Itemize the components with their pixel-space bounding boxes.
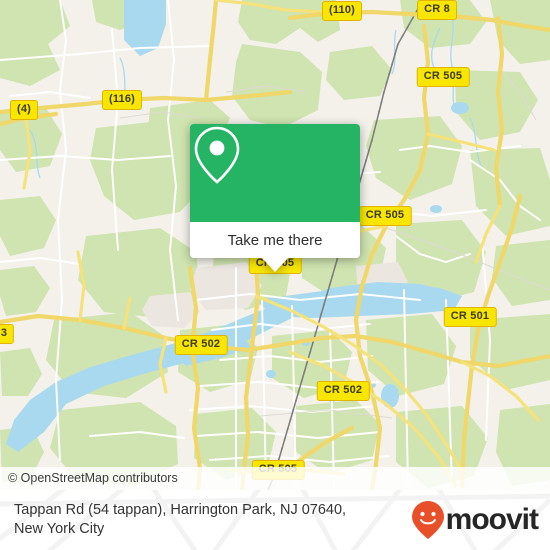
road-shield: (110) <box>321 1 363 21</box>
moovit-wordmark: moovit <box>445 503 539 536</box>
location-popup-card[interactable]: Take me there <box>190 124 360 272</box>
road-shield: CR 8 <box>417 0 457 20</box>
moovit-logo[interactable]: moovit <box>411 500 539 540</box>
map-pin-icon <box>194 126 240 184</box>
popup-pointer <box>262 258 288 272</box>
osm-attribution[interactable]: © OpenStreetMap contributors <box>0 467 550 490</box>
address-line-1: Tappan Rd (54 tappan), Harrington Park, … <box>14 502 347 518</box>
map-canvas[interactable]: .g { fill:#cfe4b0; } .g2 { fill:#d8e8bd;… <box>0 0 550 490</box>
osm-attribution-text: © OpenStreetMap contributors <box>8 471 178 485</box>
road-shield: CR 502 <box>174 335 228 355</box>
moovit-pin-icon <box>411 501 444 539</box>
address-text: Tappan Rd (54 tappan), Harrington Park, … <box>14 501 411 539</box>
road-shield: CR 502 <box>316 381 370 401</box>
road-shield: CR 501 <box>443 307 497 327</box>
road-shield: 3 <box>0 324 15 344</box>
take-me-there-label: Take me there <box>227 231 323 249</box>
road-shield: (116) <box>101 90 143 110</box>
take-me-there-button[interactable]: Take me there <box>190 222 360 258</box>
popup-image-area <box>190 124 360 222</box>
address-line-2: New York City <box>14 521 105 537</box>
road-shield: CR 505 <box>358 206 412 226</box>
moovit-map-screenshot: .g { fill:#cfe4b0; } .g2 { fill:#d8e8bd;… <box>0 0 550 550</box>
road-shield: CR 505 <box>416 67 470 87</box>
road-shield: (4) <box>9 100 39 120</box>
footer-bar: Tappan Rd (54 tappan), Harrington Park, … <box>0 490 550 550</box>
